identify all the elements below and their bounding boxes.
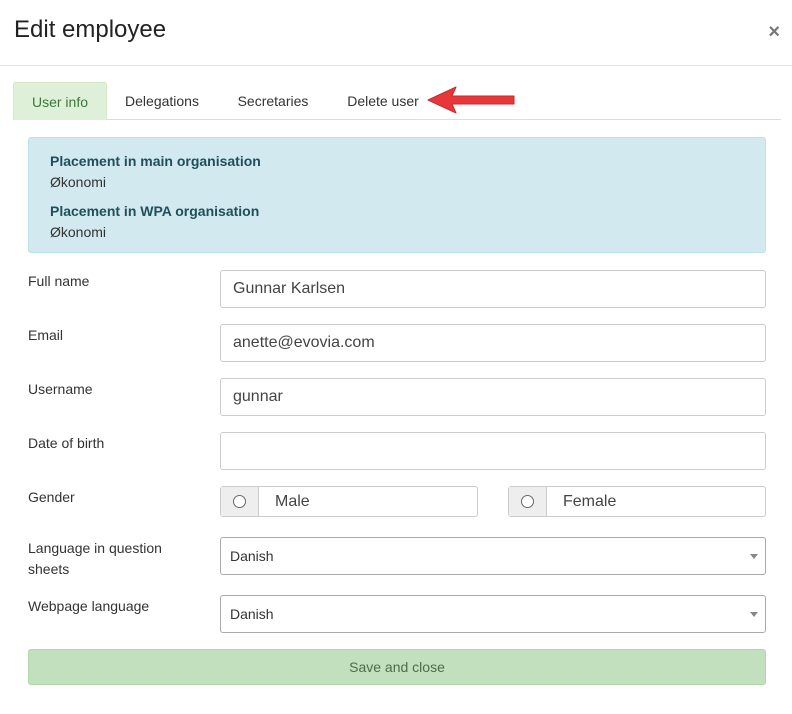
email-label: Email (28, 327, 64, 343)
date-of-birth-label: Date of birth (28, 435, 105, 451)
tab-bar: User info Delegations Secretaries Delete… (13, 82, 781, 120)
male-radio-addon (221, 487, 259, 516)
gender-label: Gender (28, 489, 75, 505)
full-name-input[interactable] (220, 270, 766, 308)
wpa-placement-value: Økonomi (50, 224, 107, 240)
chevron-down-icon (750, 554, 758, 559)
tab-secretaries[interactable]: Secretaries (221, 82, 325, 120)
webpage-language-value: Danish (230, 606, 274, 622)
close-button[interactable]: × (768, 22, 780, 42)
female-label: Female (563, 493, 617, 510)
save-and-close-button[interactable]: Save and close (28, 649, 766, 685)
question-language-select[interactable]: Danish (220, 537, 766, 575)
tab-user-info[interactable]: User info (13, 82, 107, 120)
male-radio-button[interactable] (233, 495, 246, 508)
main-placement-heading: Placement in main organisation (50, 153, 261, 169)
gender-male-option[interactable]: Male (220, 486, 478, 517)
email-input[interactable] (220, 324, 766, 362)
question-language-label: Language in question sheets (28, 540, 162, 577)
tab-delegations[interactable]: Delegations (109, 82, 215, 120)
gender-female-option[interactable]: Female (508, 486, 766, 517)
modal-title: Edit employee (14, 16, 167, 43)
wpa-placement-heading: Placement in WPA organisation (50, 203, 260, 219)
female-radio-button[interactable] (521, 495, 534, 508)
question-language-value: Danish (230, 548, 274, 564)
female-radio-addon (509, 487, 547, 516)
annotation-arrow-icon (427, 86, 515, 114)
webpage-language-label: Webpage language (28, 598, 150, 614)
webpage-language-select[interactable]: Danish (220, 595, 766, 633)
tab-delete-user[interactable]: Delete user (331, 82, 435, 120)
modal-header: Edit employee × (0, 0, 792, 66)
username-input[interactable] (220, 378, 766, 416)
placement-info-box: Placement in main organisation Økonomi P… (28, 137, 766, 253)
date-of-birth-input[interactable] (220, 432, 766, 470)
male-label: Male (275, 493, 310, 510)
username-label: Username (28, 381, 93, 397)
full-name-label: Full name (28, 273, 90, 289)
main-placement-value: Økonomi (50, 174, 107, 190)
chevron-down-icon (750, 612, 758, 617)
